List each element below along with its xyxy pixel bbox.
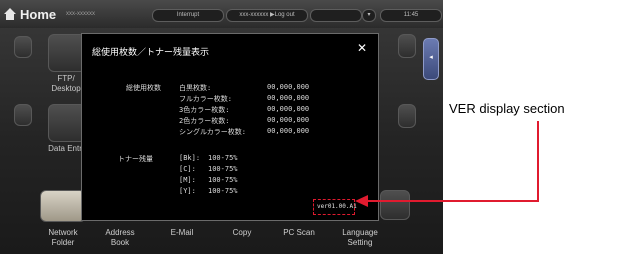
network-folder-tile[interactable] [40, 190, 86, 222]
logout-button[interactable]: xxx-xxxxxx ▶Log out [226, 9, 308, 22]
status-field [310, 9, 362, 22]
home-icon[interactable] [4, 8, 16, 20]
bottom-label: Folder [51, 238, 75, 247]
callout-label: VER display section [449, 101, 565, 116]
app-tile[interactable] [14, 104, 32, 126]
bottom-label: Copy [232, 228, 252, 237]
usage-toner-dialog: 総使用枚数／トナー残量表示 ✕ 総使用枚数 白黒枚数: 00,000,000 フ… [81, 33, 379, 221]
chevron-down-icon: ▾ [367, 12, 371, 18]
network-folder-button[interactable]: Network Folder [40, 228, 86, 248]
toner-value: 100-75% [208, 165, 238, 173]
bottom-label: Network [48, 228, 78, 237]
usage-label: 3色カラー枚数: [179, 106, 230, 114]
usage-label: シングルカラー枚数: [179, 128, 247, 136]
usage-label: 白黒枚数: [179, 84, 212, 92]
bottom-label: Language [342, 228, 378, 237]
app-tile[interactable] [398, 104, 416, 128]
usage-heading: 総使用枚数 [126, 84, 161, 92]
clock-field: 11:45 [380, 9, 442, 22]
device-screen: Home xxx-xxxxxx Interrupt xxx-xxxxxx ▶Lo… [0, 0, 443, 254]
bottom-label: E-Mail [170, 228, 194, 237]
close-icon[interactable]: ✕ [357, 41, 367, 55]
language-setting-button[interactable]: Language Setting [336, 228, 384, 248]
toner-label: [M]: [179, 176, 196, 184]
pc-scan-button[interactable]: PC Scan [277, 228, 321, 238]
toner-value: 100-75% [208, 176, 238, 184]
copy-button[interactable]: Copy [224, 228, 260, 238]
toner-label: [Y]: [179, 187, 196, 195]
app-tile[interactable] [398, 34, 416, 58]
usage-value: 00,000,000 [267, 83, 310, 91]
dropdown-button[interactable]: ▾ [362, 9, 376, 22]
bottom-label: PC Scan [283, 228, 315, 237]
side-panel-tab[interactable]: ◂ [423, 38, 439, 80]
toner-label: [Bk]: [179, 154, 201, 162]
interrupt-button[interactable]: Interrupt [152, 9, 224, 22]
bottom-label: Book [110, 238, 130, 247]
version-text: ver01.00.A1 [317, 203, 357, 210]
usage-label: 2色カラー枚数: [179, 117, 230, 125]
home-title[interactable]: Home [20, 7, 56, 22]
arrow-left-icon: ◂ [429, 53, 433, 61]
user-name: xxx-xxxxxx [66, 11, 95, 17]
app-tile[interactable] [14, 36, 32, 58]
app-tile[interactable] [380, 190, 410, 220]
usage-value: 00,000,000 [267, 94, 310, 102]
toner-value: 100-75% [208, 187, 238, 195]
dialog-title: 総使用枚数／トナー残量表示 [92, 48, 210, 58]
bottom-label: Address [105, 228, 135, 237]
top-bar: Home xxx-xxxxxx Interrupt xxx-xxxxxx ▶Lo… [0, 0, 443, 28]
address-book-button[interactable]: Address Book [100, 228, 140, 248]
toner-label: [C]: [179, 165, 196, 173]
bottom-label: Setting [347, 238, 373, 247]
usage-label: フルカラー枚数: [179, 95, 233, 103]
toner-heading: トナー残量 [118, 155, 153, 163]
email-button[interactable]: E-Mail [162, 228, 202, 238]
usage-value: 00,000,000 [267, 105, 310, 113]
usage-value: 00,000,000 [267, 116, 310, 124]
toner-value: 100-75% [208, 154, 238, 162]
usage-value: 00,000,000 [267, 127, 310, 135]
